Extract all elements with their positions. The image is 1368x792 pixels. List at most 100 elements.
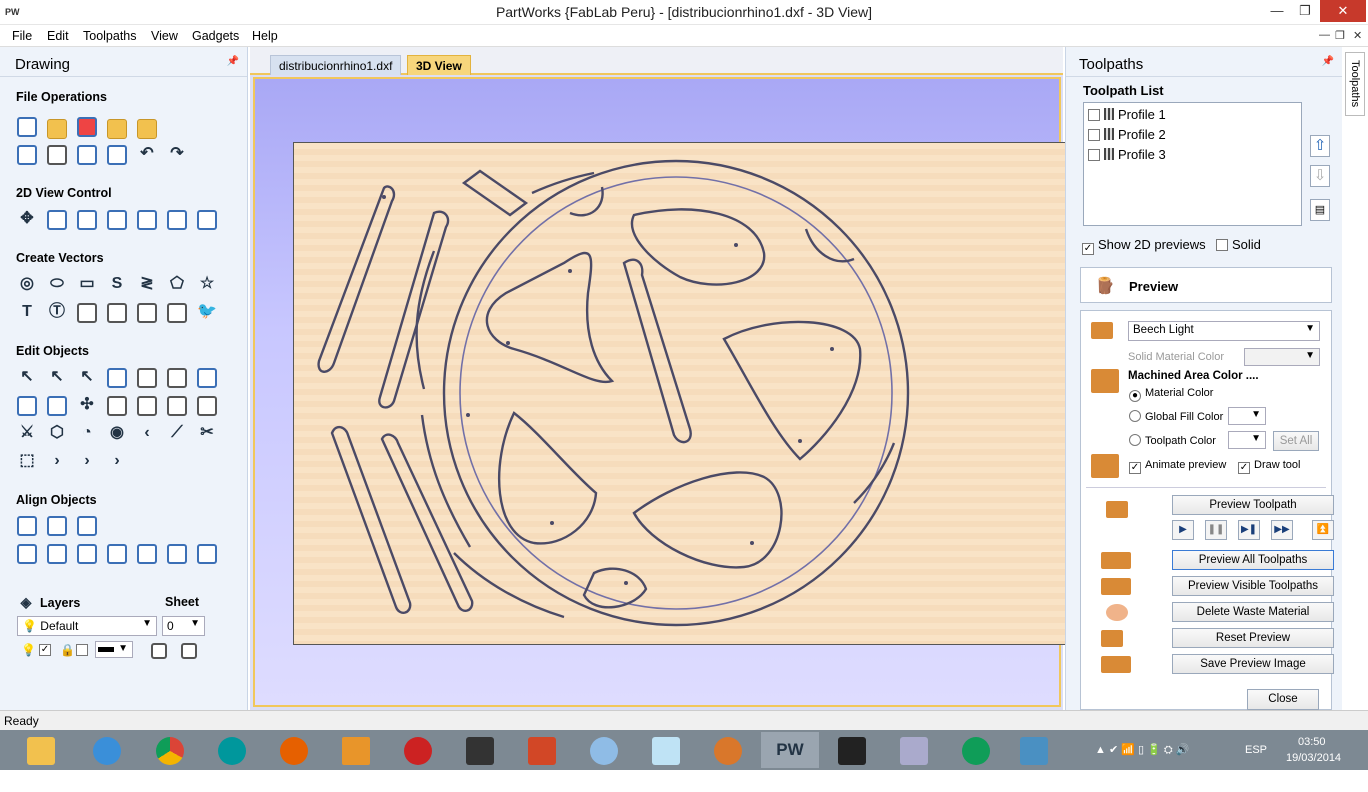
view-layout-icon[interactable] xyxy=(137,210,157,230)
mdi-close-icon[interactable]: ✕ xyxy=(1353,29,1362,42)
import-icon[interactable] xyxy=(107,119,127,139)
zoom-selection-icon[interactable] xyxy=(107,210,127,230)
align-hcenter-icon[interactable] xyxy=(47,516,67,536)
clock-date[interactable]: 19/03/2014 xyxy=(1286,752,1341,792)
photos-icon[interactable] xyxy=(1005,732,1063,768)
toolpaths-side-tab[interactable]: Toolpaths xyxy=(1345,52,1365,116)
trim-icon[interactable]: ⚔ xyxy=(17,424,37,444)
play-button[interactable]: ▶ xyxy=(1172,520,1194,540)
cut-icon[interactable] xyxy=(47,145,67,165)
join-icon[interactable]: › xyxy=(47,452,67,472)
solid-material-color-select[interactable]: ▼ xyxy=(1244,348,1320,366)
layer-color-select[interactable]: ▼ xyxy=(95,641,133,658)
toolpath-color-radio[interactable]: Toolpath Color xyxy=(1129,434,1216,447)
layer-lock-checkbox[interactable] xyxy=(76,644,88,656)
radio-selected[interactable]: ● xyxy=(1129,390,1141,402)
tab-3d-view[interactable]: 3D View xyxy=(407,55,471,75)
lock-icon[interactable]: 🔒 xyxy=(60,643,75,657)
view-export-icon[interactable] xyxy=(197,210,217,230)
copy-icon[interactable] xyxy=(77,145,97,165)
rectangle-icon[interactable]: ▭ xyxy=(77,275,97,295)
open-folder-icon[interactable] xyxy=(137,119,157,139)
draw-tool-option[interactable]: ✓ Draw tool xyxy=(1238,459,1300,474)
curve-icon[interactable]: ≷ xyxy=(137,275,157,295)
align-bottom-icon[interactable] xyxy=(137,544,157,564)
menu-file[interactable]: File xyxy=(12,29,32,43)
extend-icon[interactable]: ⟋ xyxy=(167,424,187,444)
array-icon[interactable] xyxy=(137,396,157,416)
polygon-icon[interactable]: ⬠ xyxy=(167,275,187,295)
red-app-icon[interactable] xyxy=(389,732,447,768)
rhino-icon[interactable] xyxy=(823,732,881,768)
layer-select[interactable]: 💡 Default ▼ xyxy=(17,616,157,636)
paste-icon[interactable] xyxy=(107,145,127,165)
toolpath-item-profile-3[interactable]: Profile 3 xyxy=(1088,147,1166,162)
pause-button[interactable]: ❚❚ xyxy=(1205,520,1227,540)
solid-checkbox[interactable] xyxy=(1216,239,1228,251)
mirror-icon[interactable] xyxy=(107,396,127,416)
toolpath-item-profile-1[interactable]: Profile 1 xyxy=(1088,107,1166,122)
animate-checkbox[interactable]: ✓ xyxy=(1129,462,1141,474)
text-box-icon[interactable]: Ⓣ xyxy=(47,303,67,323)
move-icon[interactable] xyxy=(17,396,37,416)
language-indicator[interactable]: ESP xyxy=(1245,744,1267,784)
layer-properties-icon[interactable] xyxy=(151,643,167,659)
new-file-icon[interactable] xyxy=(17,117,37,137)
zoom-in-icon[interactable] xyxy=(47,210,67,230)
menu-edit[interactable]: Edit xyxy=(47,29,69,43)
glove-app-icon[interactable] xyxy=(699,732,757,768)
text-icon[interactable]: T xyxy=(17,303,37,323)
fillet-icon[interactable]: ‹ xyxy=(137,424,157,444)
set-all-button[interactable]: Set All xyxy=(1273,431,1319,451)
radio-unselected[interactable] xyxy=(1129,434,1141,446)
radio-unselected[interactable] xyxy=(1129,410,1141,422)
global-fill-color-select[interactable]: ▼ xyxy=(1228,407,1266,425)
space-vertical-icon[interactable] xyxy=(197,544,217,564)
circle-icon[interactable]: ◎ xyxy=(17,275,37,295)
minimize-button[interactable]: — xyxy=(1262,0,1292,22)
tray-icons[interactable]: ▲ ✔ 📶 ▯ 🔋 ⛭ 🔊 xyxy=(1095,743,1189,783)
toolpath-checkbox[interactable] xyxy=(1088,109,1100,121)
toolpath-summary-button[interactable]: ▤ xyxy=(1310,199,1330,221)
measure-icon[interactable] xyxy=(167,368,187,388)
eraser-icon[interactable] xyxy=(181,643,197,659)
toolpath-checkbox[interactable] xyxy=(1088,149,1100,161)
draw-tool-checkbox[interactable]: ✓ xyxy=(1238,462,1250,474)
close-window-button[interactable]: ✕ xyxy=(1320,0,1366,22)
align-top-icon[interactable] xyxy=(107,544,127,564)
select-arrow-icon[interactable]: ↖ xyxy=(17,368,37,388)
scale-icon[interactable] xyxy=(197,368,217,388)
show-2d-checkbox[interactable]: ✓ xyxy=(1082,243,1094,255)
select-area-icon[interactable] xyxy=(17,145,37,165)
text-fit-icon[interactable] xyxy=(107,303,127,323)
grid-icon[interactable] xyxy=(167,303,187,323)
align-left-icon[interactable] xyxy=(47,544,67,564)
tab-dxf-file[interactable]: distribucionrhino1.dxf xyxy=(270,55,402,75)
open-file-icon[interactable] xyxy=(47,119,67,139)
arduino-icon[interactable] xyxy=(203,732,261,768)
menu-toolpaths[interactable]: Toolpaths xyxy=(83,29,137,43)
nesting-icon[interactable] xyxy=(197,396,217,416)
redo-icon[interactable]: ↷ xyxy=(167,145,187,165)
sketchup-icon[interactable] xyxy=(451,732,509,768)
copy-along-icon[interactable] xyxy=(167,396,187,416)
align-right-icon[interactable] xyxy=(77,544,97,564)
close-vector-icon[interactable]: › xyxy=(77,452,97,472)
text-on-curve-icon[interactable] xyxy=(77,303,97,323)
internet-explorer-icon[interactable] xyxy=(78,732,136,768)
align-center-icon[interactable] xyxy=(17,516,37,536)
toolpath-color-select[interactable]: ▼ xyxy=(1228,431,1266,449)
pan-icon[interactable]: ✥ xyxy=(17,210,37,230)
paint-icon[interactable] xyxy=(575,732,633,768)
preview-header[interactable]: 🪵 Preview xyxy=(1080,267,1332,303)
preview-all-toolpaths-button[interactable]: Preview All Toolpaths xyxy=(1172,550,1334,570)
menu-view[interactable]: View xyxy=(151,29,178,43)
zoom-fit-icon[interactable] xyxy=(77,210,97,230)
reset-preview-button[interactable]: Reset Preview xyxy=(1172,628,1334,648)
material-color-radio[interactable]: ● Material Color xyxy=(1129,387,1213,402)
save-file-icon[interactable] xyxy=(77,117,97,137)
pin-icon[interactable]: 📌 xyxy=(227,56,239,67)
hangouts-icon[interactable] xyxy=(947,732,1005,768)
fast-forward-button[interactable]: ▶▶ xyxy=(1271,520,1293,540)
sheet-select[interactable]: 0 ▼ xyxy=(162,616,205,636)
